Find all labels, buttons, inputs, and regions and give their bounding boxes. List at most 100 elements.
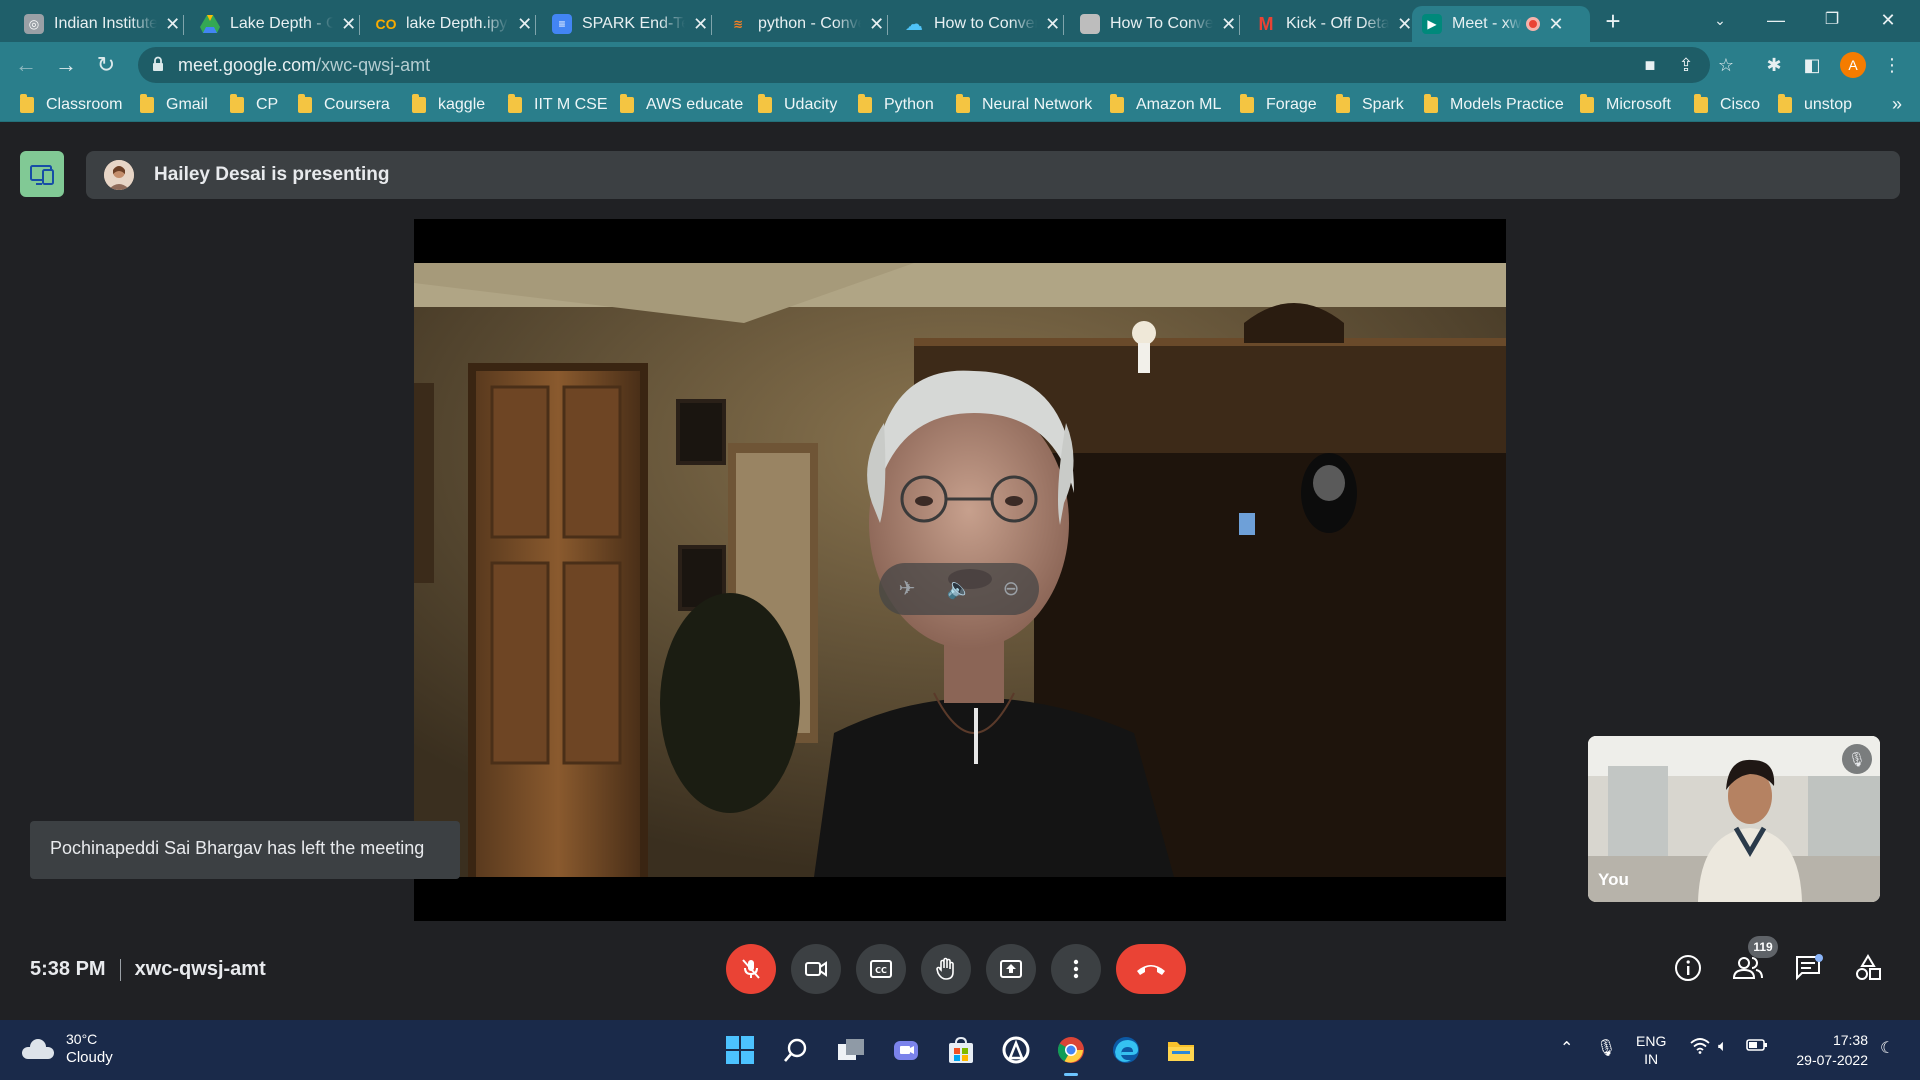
side-panel-icon[interactable]: ◧ <box>1800 53 1824 77</box>
tab-python-convert[interactable]: ≋ python - Convert ✕ <box>718 6 888 42</box>
bookmark-classroom[interactable]: Classroom <box>20 94 122 116</box>
bookmark-iitm-cse[interactable]: IIT M CSE <box>508 94 608 116</box>
chat-button[interactable] <box>1790 950 1826 986</box>
minimize-button[interactable]: — <box>1748 0 1804 42</box>
share-icon[interactable]: ⇪ <box>1674 53 1698 77</box>
gmail-icon: M <box>1258 13 1274 34</box>
restore-button[interactable]: ❐ <box>1804 0 1860 42</box>
meeting-code[interactable]: xwc-qwsj-amt <box>135 958 266 980</box>
weather-widget[interactable]: 30°C Cloudy <box>22 1030 113 1068</box>
url-text: meet.google.com/xwc-qwsj-amt <box>178 55 431 75</box>
close-tab-icon[interactable]: ✕ <box>1219 14 1238 35</box>
back-button[interactable]: ← <box>10 49 42 81</box>
profile-avatar[interactable]: A <box>1840 52 1866 78</box>
new-tab-button[interactable]: + <box>1598 6 1628 36</box>
camera-permission-icon[interactable]: ■ <box>1638 53 1662 77</box>
self-view-tile[interactable]: 🎙︎ You <box>1588 736 1880 902</box>
tab-spark-end-term[interactable]: ≡ SPARK End-Term ✕ <box>542 6 712 42</box>
search-button[interactable] <box>778 1032 814 1068</box>
mic-off-button[interactable] <box>726 944 776 994</box>
tab-how-to-convert-1[interactable]: ☁ How to Convert ✕ <box>894 6 1064 42</box>
close-tab-icon[interactable]: ✕ <box>1546 14 1566 35</box>
forward-button[interactable]: → <box>50 49 82 81</box>
bookmark-neural-network[interactable]: Neural Network <box>956 94 1092 116</box>
bookmarks-overflow-icon[interactable]: » <box>1892 94 1902 115</box>
tab-indian-institute[interactable]: ◎ Indian Institute ✕ <box>14 6 184 42</box>
close-tab-icon[interactable]: ✕ <box>515 14 534 35</box>
meeting-details-button[interactable] <box>1670 950 1706 986</box>
notifications-icon[interactable]: ☾ <box>1880 1038 1894 1058</box>
volume-icon[interactable]: 🔈 <box>945 575 973 603</box>
teams-chat-button[interactable] <box>888 1032 924 1068</box>
tab-kick-off-details[interactable]: M Kick - Off Details ✕ <box>1246 6 1416 42</box>
tab-how-to-convert-2[interactable]: How To Convert ✕ <box>1070 6 1240 42</box>
stackoverflow-icon: ≋ <box>732 17 744 31</box>
bookmark-kaggle[interactable]: kaggle <box>412 94 485 116</box>
edge-taskbar-button[interactable] <box>1108 1032 1144 1068</box>
close-tab-icon[interactable]: ✕ <box>339 14 358 35</box>
microphone-tray-icon[interactable]: 🎙︎ <box>1596 1038 1616 1058</box>
close-tab-icon[interactable]: ✕ <box>163 14 182 35</box>
lock-icon <box>153 56 163 71</box>
edge-icon <box>1113 1037 1139 1063</box>
self-video-frame <box>1588 736 1880 902</box>
close-window-button[interactable]: ✕ <box>1860 0 1916 42</box>
close-tab-icon[interactable]: ✕ <box>691 14 710 35</box>
bookmark-amazon-ml[interactable]: Amazon ML <box>1110 94 1221 116</box>
app-button[interactable] <box>998 1032 1034 1068</box>
meet-icon: ▶ <box>1422 14 1442 34</box>
present-now-button[interactable] <box>986 944 1036 994</box>
show-hidden-icons[interactable]: ⌃ <box>1560 1038 1573 1058</box>
pin-off-icon[interactable]: ✈ <box>893 575 921 603</box>
leave-call-button[interactable] <box>1116 944 1186 994</box>
bookmark-models-practice[interactable]: Models Practice <box>1424 94 1564 116</box>
task-view-button[interactable] <box>833 1032 869 1068</box>
file-explorer-button[interactable] <box>1163 1032 1199 1068</box>
bookmark-coursera[interactable]: Coursera <box>298 94 390 116</box>
presentation-icon[interactable] <box>20 151 64 197</box>
more-options-button[interactable] <box>1051 944 1101 994</box>
input-language[interactable]: ENG IN <box>1636 1032 1666 1068</box>
captions-button[interactable]: CC <box>856 944 906 994</box>
remove-icon[interactable]: ⊖ <box>997 575 1025 603</box>
close-tab-icon[interactable]: ✕ <box>1043 14 1062 35</box>
tab-lake-depth-colab[interactable]: CO lake Depth.ipynb ✕ <box>366 6 536 42</box>
raise-hand-button[interactable] <box>921 944 971 994</box>
browser-menu-icon[interactable]: ⋮ <box>1880 53 1904 77</box>
wifi-icon[interactable] <box>1690 1038 1710 1059</box>
bookmark-microsoft[interactable]: Microsoft <box>1580 94 1671 116</box>
system-clock[interactable]: 17:38 29-07-2022 <box>1788 1030 1868 1070</box>
microsoft-store-button[interactable] <box>943 1032 979 1068</box>
activities-button[interactable] <box>1850 950 1886 986</box>
extensions-icon[interactable]: ✱ <box>1762 53 1786 77</box>
bookmark-gmail[interactable]: Gmail <box>140 94 208 116</box>
page-icon <box>1080 14 1100 34</box>
volume-tray-icon[interactable]: 🔈︎ <box>1718 1038 1728 1056</box>
bookmark-udacity[interactable]: Udacity <box>758 94 837 116</box>
bookmark-star-icon[interactable]: ☆ <box>1714 53 1738 77</box>
closed-captions-icon: CC <box>870 960 892 978</box>
tab-meet[interactable]: ▶ Meet - xwc-qwsj-amt ✕ <box>1412 6 1590 42</box>
bookmark-cisco[interactable]: Cisco <box>1694 94 1760 116</box>
tab-search-icon[interactable]: ⌄ <box>1692 0 1748 42</box>
bookmark-cp[interactable]: CP <box>230 94 278 116</box>
camera-button[interactable] <box>791 944 841 994</box>
meeting-time: 5:38 PM <box>30 958 106 980</box>
bookmark-unstop[interactable]: unstop <box>1778 94 1852 116</box>
folder-icon <box>1778 94 1792 113</box>
windows-start-button[interactable] <box>722 1032 758 1068</box>
folder-icon <box>1694 94 1708 113</box>
bookmark-forage[interactable]: Forage <box>1240 94 1317 116</box>
bookmark-spark[interactable]: Spark <box>1336 94 1404 116</box>
chrome-taskbar-button[interactable] <box>1053 1032 1089 1076</box>
bookmark-aws-educate[interactable]: AWS educate <box>620 94 743 116</box>
bookmark-python[interactable]: Python <box>858 94 934 116</box>
folder-icon <box>508 94 522 113</box>
reload-button[interactable]: ↻ <box>90 49 122 81</box>
battery-icon[interactable] <box>1746 1038 1768 1057</box>
address-bar[interactable]: meet.google.com/xwc-qwsj-amt ■ ⇪ <box>138 47 1710 83</box>
folder-icon <box>412 94 426 113</box>
close-tab-icon[interactable]: ✕ <box>867 14 886 35</box>
tab-lake-depth-drive[interactable]: Lake Depth - Google Drive ✕ <box>190 6 360 42</box>
search-icon <box>784 1038 807 1062</box>
